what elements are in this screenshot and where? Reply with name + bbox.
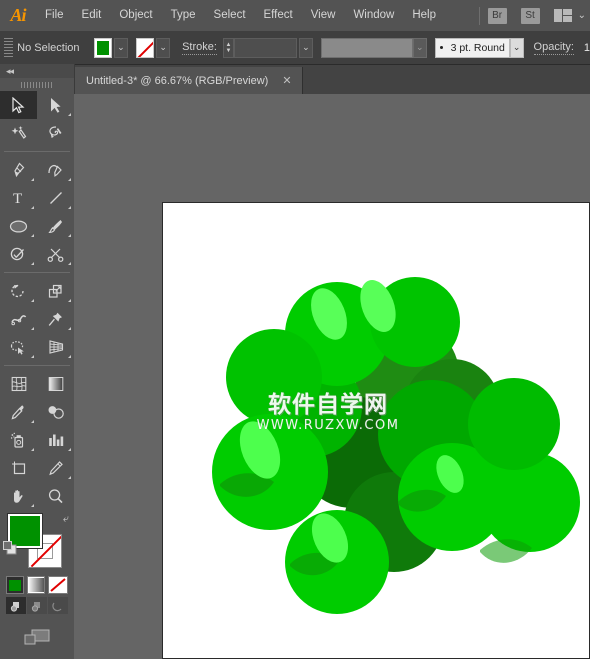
- stroke-weight-input[interactable]: [234, 37, 297, 58]
- stroke-chevron-down-icon[interactable]: ⌄: [156, 37, 171, 58]
- stroke-swatch[interactable]: [135, 37, 155, 58]
- control-bar-grip[interactable]: [4, 37, 14, 58]
- menu-object[interactable]: Object: [110, 0, 161, 31]
- tools-panel-header: ◂◂: [0, 64, 74, 78]
- menu-bar: Ai File Edit Object Type Select Effect V…: [0, 0, 590, 31]
- draw-behind-button[interactable]: [27, 597, 47, 614]
- color-mode-button[interactable]: [6, 576, 24, 594]
- brush-preset-select[interactable]: 3 pt. Round: [434, 37, 510, 58]
- menu-file[interactable]: File: [36, 0, 73, 31]
- menu-type[interactable]: Type: [162, 0, 205, 31]
- draw-normal-button[interactable]: [6, 597, 26, 614]
- ellipse-tool[interactable]: [0, 212, 37, 240]
- stroke-label[interactable]: Stroke:: [182, 41, 217, 55]
- workspace-chevron-down-icon[interactable]: ⌄: [578, 10, 586, 21]
- gradient-tool[interactable]: [37, 370, 74, 398]
- symbol-sprayer-tool[interactable]: [0, 426, 37, 454]
- line-segment-tool[interactable]: [37, 184, 74, 212]
- draw-inside-button[interactable]: [48, 597, 68, 614]
- curvature-tool[interactable]: [37, 156, 74, 184]
- scale-tool[interactable]: [37, 277, 74, 305]
- illustrator-window: Ai File Edit Object Type Select Effect V…: [0, 0, 590, 659]
- menu-help[interactable]: Help: [403, 0, 445, 31]
- rotate-tool[interactable]: [0, 277, 37, 305]
- mesh-tool[interactable]: [0, 370, 37, 398]
- draw-mode-buttons: [0, 594, 74, 614]
- pen-tool[interactable]: [0, 156, 37, 184]
- width-tool[interactable]: [0, 305, 37, 333]
- blend-tool[interactable]: [37, 398, 74, 426]
- default-fill-stroke-icon[interactable]: [2, 540, 18, 561]
- shape-builder-tool[interactable]: [0, 333, 37, 361]
- menu-view[interactable]: View: [302, 0, 345, 31]
- none-mode-button[interactable]: [48, 576, 68, 594]
- tools-divider: [4, 365, 70, 366]
- collapse-panel-icon[interactable]: ◂◂: [6, 66, 14, 77]
- hand-tool[interactable]: [0, 482, 37, 510]
- opacity-value[interactable]: 1: [584, 42, 590, 54]
- document-tab-title: Untitled-3* @ 66.67% (RGB/Preview): [86, 74, 269, 87]
- menu-edit[interactable]: Edit: [73, 0, 111, 31]
- shaper-tool[interactable]: [0, 240, 37, 268]
- zoom-tool[interactable]: [37, 482, 74, 510]
- swap-fill-stroke-icon[interactable]: ⤶: [63, 513, 69, 526]
- menu-effect[interactable]: Effect: [255, 0, 302, 31]
- gradient-mode-button[interactable]: [27, 576, 45, 594]
- column-graph-tool[interactable]: [37, 426, 74, 454]
- menu-select[interactable]: Select: [205, 0, 255, 31]
- artboard-tool[interactable]: [0, 454, 37, 482]
- control-bar: No Selection ⌄ ⌄ Stroke: ▲ ▼ ⌄ ⌄ 3 pt. R…: [0, 31, 590, 65]
- color-mode-buttons: [0, 574, 74, 594]
- menu-divider: [478, 6, 480, 25]
- variable-width-profile-select[interactable]: [320, 37, 413, 58]
- eyedropper-tool[interactable]: [0, 398, 37, 426]
- paintbrush-tool[interactable]: [37, 212, 74, 240]
- document-tab-bar: Untitled-3* @ 66.67% (RGB/Preview) ✕: [74, 65, 590, 94]
- artwork-green-grape-cluster: [212, 277, 580, 614]
- free-transform-tool[interactable]: [37, 305, 74, 333]
- stock-button[interactable]: St: [520, 7, 540, 24]
- brush-preset-label: 3 pt. Round: [450, 41, 505, 54]
- bridge-button[interactable]: Br: [487, 7, 507, 24]
- brush-dot-icon: [439, 46, 443, 49]
- stroke-weight-chevron-down-icon[interactable]: ⌄: [298, 37, 313, 58]
- stepper-down-icon: ▼: [225, 47, 232, 54]
- fill-chevron-down-icon[interactable]: ⌄: [113, 37, 128, 58]
- profile-chevron-down-icon[interactable]: ⌄: [412, 37, 427, 58]
- selection-status: No Selection: [17, 41, 80, 54]
- slice-tool[interactable]: [37, 454, 74, 482]
- menu-window[interactable]: Window: [344, 0, 403, 31]
- app-logo-icon: Ai: [10, 5, 26, 25]
- tools-divider: [4, 151, 70, 152]
- close-icon[interactable]: ✕: [282, 74, 291, 87]
- opacity-label[interactable]: Opacity:: [533, 41, 574, 55]
- perspective-grid-tool[interactable]: [37, 333, 74, 361]
- tools-panel-grip[interactable]: [0, 78, 74, 91]
- document-tab[interactable]: Untitled-3* @ 66.67% (RGB/Preview) ✕: [74, 67, 303, 94]
- stroke-weight-stepper[interactable]: ▲ ▼: [222, 37, 235, 58]
- brush-chevron-down-icon[interactable]: ⌄: [509, 37, 524, 58]
- tools-panel: ◂◂ T ⤶: [0, 64, 75, 659]
- type-tool[interactable]: T: [0, 184, 37, 212]
- direct-selection-tool[interactable]: [37, 91, 74, 119]
- svg-text:T: T: [13, 191, 22, 206]
- scissors-tool[interactable]: [37, 240, 74, 268]
- workspace-switcher-icon[interactable]: [553, 9, 572, 22]
- tools-grid: T: [0, 91, 74, 510]
- screen-mode-button[interactable]: [0, 614, 74, 648]
- canvas-area[interactable]: 软件自学网 WWW.RUZXW.COM: [74, 94, 590, 659]
- magic-wand-tool[interactable]: [0, 119, 37, 147]
- lasso-tool[interactable]: [37, 119, 74, 147]
- fill-swatch[interactable]: [93, 37, 112, 58]
- tools-divider: [4, 272, 70, 273]
- color-controls: ⤶: [0, 512, 74, 574]
- selection-tool[interactable]: [0, 91, 37, 119]
